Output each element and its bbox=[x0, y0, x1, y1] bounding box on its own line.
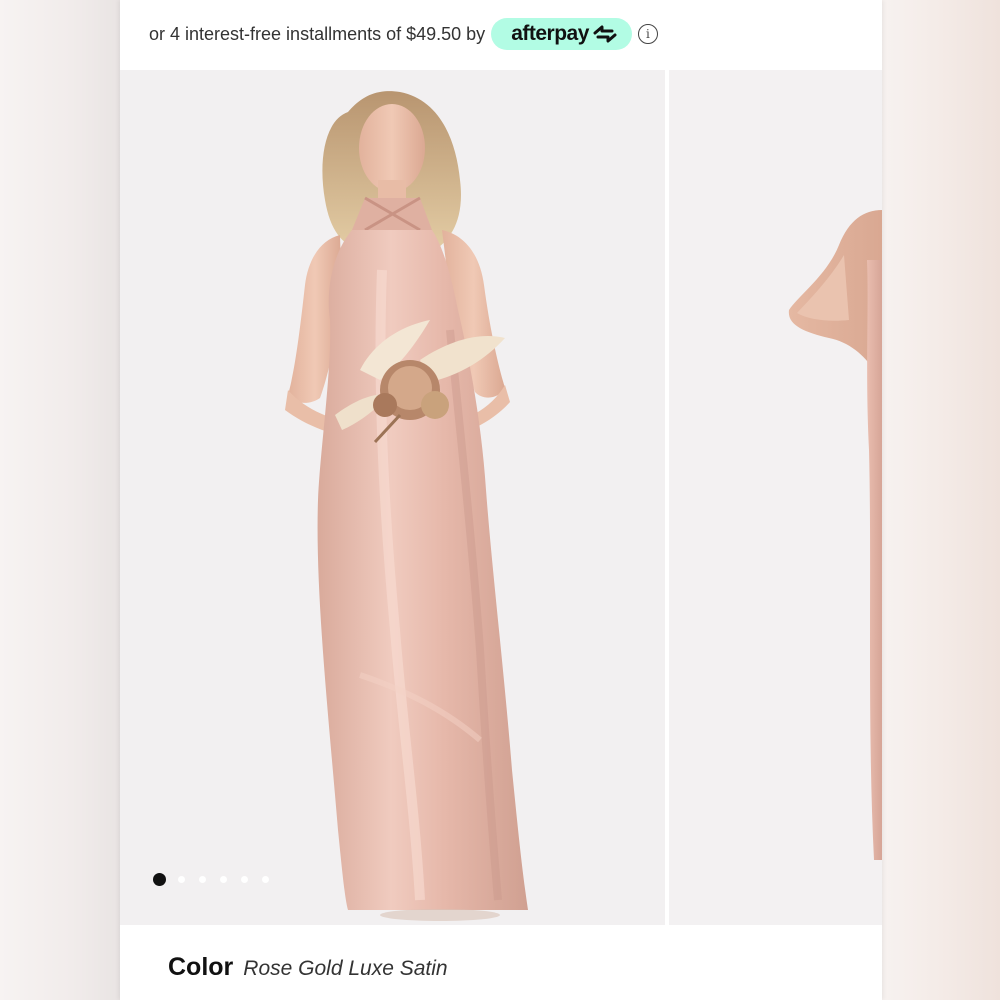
pagination-dot[interactable] bbox=[241, 876, 248, 883]
background-left bbox=[0, 0, 120, 1000]
product-photo-side[interactable] bbox=[669, 70, 882, 925]
product-gallery[interactable] bbox=[120, 70, 882, 925]
info-icon[interactable]: i bbox=[637, 24, 658, 44]
pagination-dot[interactable] bbox=[220, 876, 227, 883]
afterpay-badge[interactable]: afterpay bbox=[491, 18, 632, 50]
background-right bbox=[882, 0, 1000, 1000]
gallery-pagination[interactable] bbox=[153, 873, 283, 886]
pagination-dot-active[interactable] bbox=[153, 873, 166, 886]
afterpay-text: or 4 interest-free installments of $49.5… bbox=[149, 23, 486, 44]
model-front-image bbox=[285, 91, 528, 921]
color-value: Rose Gold Luxe Satin bbox=[243, 957, 448, 980]
color-selection: Color Rose Gold Luxe Satin bbox=[168, 953, 448, 982]
pagination-dot[interactable] bbox=[178, 876, 185, 883]
afterpay-installments: or 4 interest-free installments of $49.5… bbox=[120, 0, 882, 68]
afterpay-arrows-icon bbox=[593, 25, 617, 43]
color-label: Color bbox=[168, 953, 234, 981]
product-page: or 4 interest-free installments of $49.5… bbox=[120, 0, 882, 1000]
afterpay-logo-text: afterpay bbox=[511, 22, 589, 45]
product-photo-front[interactable] bbox=[120, 70, 665, 925]
model-side-image bbox=[788, 210, 882, 860]
pagination-dot[interactable] bbox=[199, 876, 206, 883]
pagination-dot[interactable] bbox=[262, 876, 269, 883]
